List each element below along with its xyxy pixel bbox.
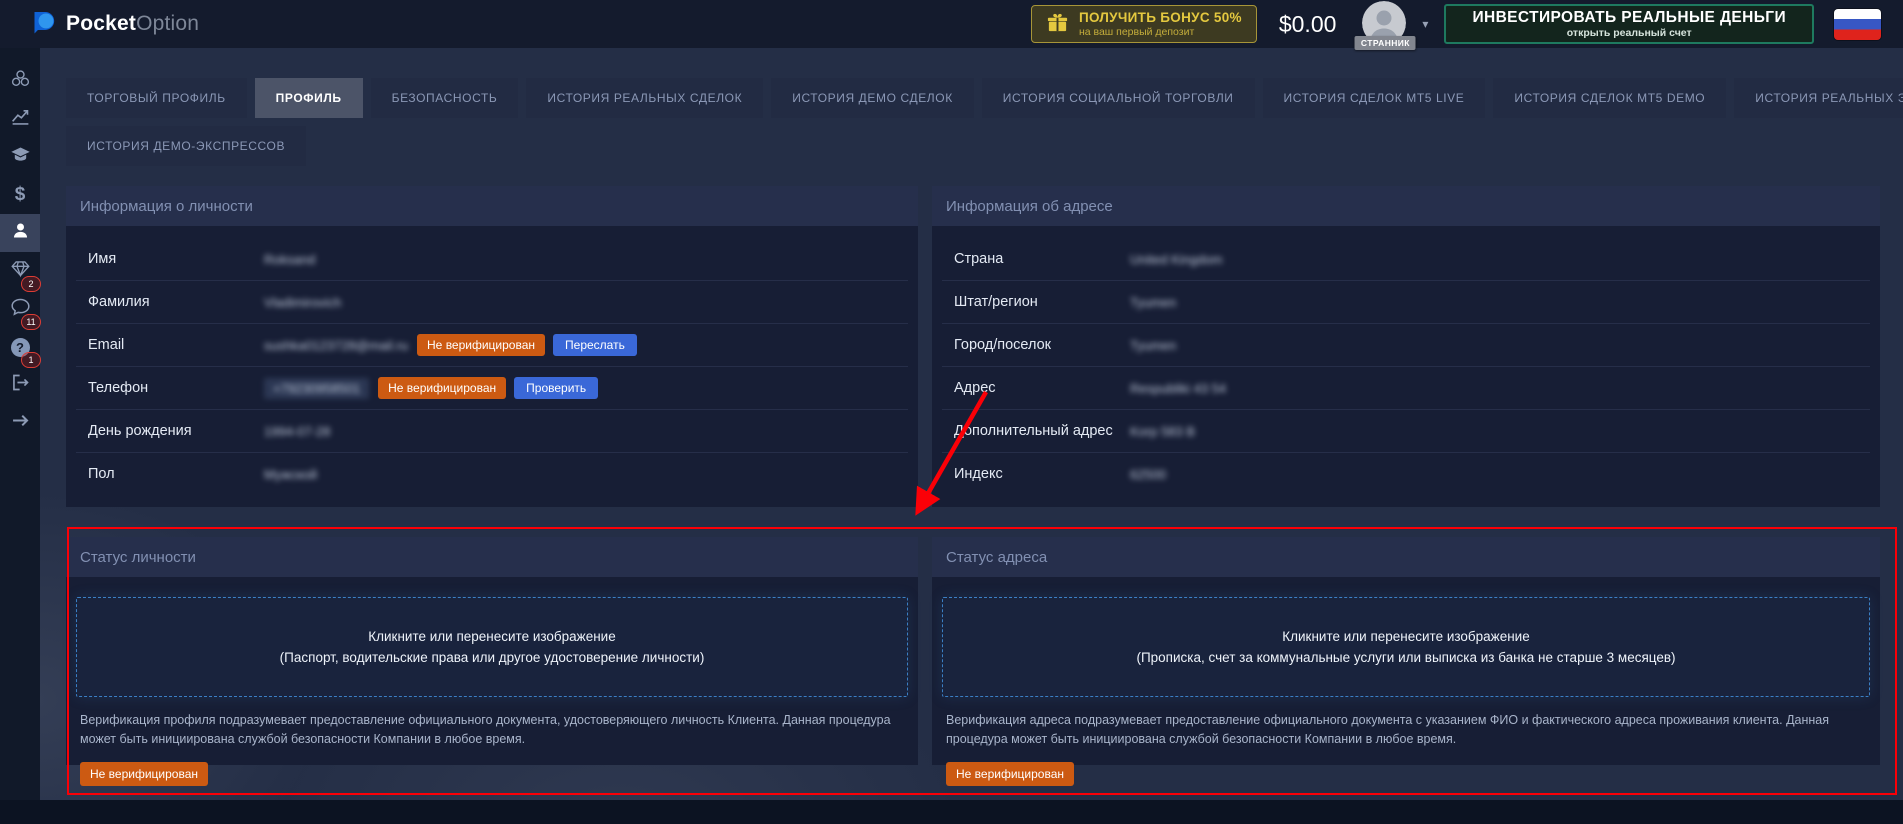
field-value-blurred: United Kingdom [1130,252,1223,267]
sidebar-item-chat[interactable]: 11 [0,290,40,328]
field-row-first-name: Имя Roksand [76,238,908,280]
invest-title: ИНВЕСТИРОВАТЬ РЕАЛЬНЫЕ ДЕНЬГИ [1472,9,1786,27]
profile-tabs-row-2: ИСТОРИЯ ДЕМО-ЭКСПРЕССОВ [66,126,306,166]
tab-security[interactable]: БЕЗОПАСНОСТЬ [371,78,519,118]
logo[interactable]: PocketOption [30,8,199,40]
header-right: ПОЛУЧИТЬ БОНУС 50% на ваш первый депозит… [1031,1,1881,47]
field-value-blurred: Respubliki 43 54 [1130,381,1226,396]
email-not-verified-badge: Не верифицирован [417,334,545,356]
user-rank-badge: СТРАННИК [1355,36,1416,50]
phone-not-verified-badge: Не верифицирован [378,377,506,399]
panel-title: Информация об адресе [932,186,1880,226]
field-value-blurred: Tyumen [1130,338,1176,353]
field-row-zip: Индекс 62500 [942,452,1870,495]
panel-title: Информация о личности [66,186,918,226]
profile-tabs-row-1: ТОРГОВЫЙ ПРОФИЛЬ ПРОФИЛЬ БЕЗОПАСНОСТЬ ИС… [66,78,1903,118]
tab-history-real-trades[interactable]: ИСТОРИЯ РЕАЛЬНЫХ СДЕЛОК [526,78,763,118]
account-balance: $0.00 [1279,11,1337,38]
identity-document-dropzone[interactable]: Кликните или перенесите изображение (Пас… [76,597,908,697]
logout-icon [10,372,31,398]
identity-status-panel: Статус личности Кликните или перенесите … [66,537,918,765]
field-value-blurred: Tyumen [1130,295,1176,310]
field-row-state: Штат/регион Tyumen [942,280,1870,323]
field-value-blurred: Vladimirovich [264,295,341,310]
field-row-last-name: Фамилия Vladimirovich [76,280,908,323]
sidebar-item-payments[interactable]: $ [0,176,40,214]
sidebar-item-trading[interactable] [0,100,40,138]
field-value-blurred: +79230958501 [264,378,369,399]
logo-text: PocketOption [66,12,199,36]
sidebar-item-profile[interactable] [0,214,40,252]
sidebar-item-expand[interactable] [0,404,40,442]
field-value-blurred: sushka0123728@mail.ru [264,338,408,353]
pocket-option-logo-icon [30,8,57,40]
footer-bar [0,800,1903,824]
bonus-title: ПОЛУЧИТЬ БОНУС 50% [1079,10,1242,26]
graduation-cap-icon [10,144,31,170]
field-value-blurred: 1994-07-28 [264,424,331,439]
panel-title: Статус адреса [932,537,1880,577]
sidebar-item-support[interactable]: ? 1 [0,328,40,366]
language-flag-russia[interactable] [1834,9,1881,40]
bonus-subtitle: на ваш первый депозит [1079,26,1242,38]
get-bonus-button[interactable]: ПОЛУЧИТЬ БОНУС 50% на ваш первый депозит [1031,5,1257,43]
tab-history-demo-trades[interactable]: ИСТОРИЯ ДЕМО СДЕЛОК [771,78,974,118]
field-row-birthday: День рождения 1994-07-28 [76,409,908,452]
address-not-verified-badge: Не верифицирован [946,762,1074,786]
tab-history-mt5-demo[interactable]: ИСТОРИЯ СДЕЛОК MT5 DEMO [1493,78,1726,118]
identity-not-verified-badge: Не верифицирован [80,762,208,786]
address-verification-description: Верификация адреса подразумевает предост… [946,711,1866,749]
field-row-phone: Телефон +79230958501 Не верифицирован Пр… [76,366,908,409]
field-row-country: Страна United Kingdom [942,238,1870,280]
pocket-option-profile-page: PocketOption ПОЛУЧИТЬ БОНУС 50% на ваш п… [0,0,1903,824]
chevron-down-icon[interactable]: ▾ [1422,17,1428,31]
field-value-blurred: Roksand [264,252,315,267]
address-document-dropzone[interactable]: Кликните или перенесите изображение (Про… [942,597,1870,697]
personal-info-panel: Информация о личности Имя Roksand Фамили… [66,186,918,507]
sidebar-item-achievements[interactable]: 2 [0,252,40,290]
invest-real-money-button[interactable]: ИНВЕСТИРОВАТЬ РЕАЛЬНЫЕ ДЕНЬГИ открыть ре… [1444,4,1814,44]
verify-phone-button[interactable]: Проверить [514,377,598,399]
person-icon [10,220,31,246]
resend-email-button[interactable]: Переслать [553,334,637,356]
tab-history-mt5-live[interactable]: ИСТОРИЯ СДЕЛОК MT5 LIVE [1263,78,1486,118]
left-sidebar: $ 2 11 ? [0,48,40,814]
invest-subtitle: открыть реальный счет [1567,27,1692,39]
panel-title: Статус личности [66,537,918,577]
tab-profile[interactable]: ПРОФИЛЬ [255,78,363,118]
field-row-address2: Дополнительный адрес Korp 583 B [942,409,1870,452]
tab-history-real-express[interactable]: ИСТОРИЯ РЕАЛЬНЫХ ЭКСПРЕССОВ [1734,78,1903,118]
address-status-panel: Статус адреса Кликните или перенесите из… [932,537,1880,765]
top-bar: PocketOption ПОЛУЧИТЬ БОНУС 50% на ваш п… [0,0,1903,48]
field-row-address: Адрес Respubliki 43 54 [942,366,1870,409]
user-avatar[interactable]: СТРАННИК [1362,1,1408,47]
sidebar-item-education[interactable] [0,138,40,176]
field-row-city: Город/поселок Tyumen [942,323,1870,366]
field-row-gender: Пол Мужской [76,452,908,495]
address-info-panel: Информация об адресе Страна United Kingd… [932,186,1880,507]
sidebar-item-logout[interactable] [0,366,40,404]
field-row-email: Email sushka0123728@mail.ru Не верифицир… [76,323,908,366]
identity-verification-description: Верификация профиля подразумевает предос… [80,711,904,749]
field-value-blurred: Korp 583 B [1130,424,1195,439]
tab-trading-profile[interactable]: ТОРГОВЫЙ ПРОФИЛЬ [66,78,247,118]
line-chart-icon [10,106,31,132]
sidebar-item-tournaments[interactable] [0,62,40,100]
tournaments-icon [10,68,31,94]
tab-history-social-trading[interactable]: ИСТОРИЯ СОЦИАЛЬНОЙ ТОРГОВЛИ [982,78,1255,118]
arrow-right-icon [10,410,31,436]
dollar-icon: $ [15,184,26,206]
tab-history-demo-express[interactable]: ИСТОРИЯ ДЕМО-ЭКСПРЕССОВ [66,126,306,166]
field-value-blurred: Мужской [264,467,317,482]
field-value-blurred: 62500 [1130,467,1166,482]
gift-icon [1046,11,1069,37]
